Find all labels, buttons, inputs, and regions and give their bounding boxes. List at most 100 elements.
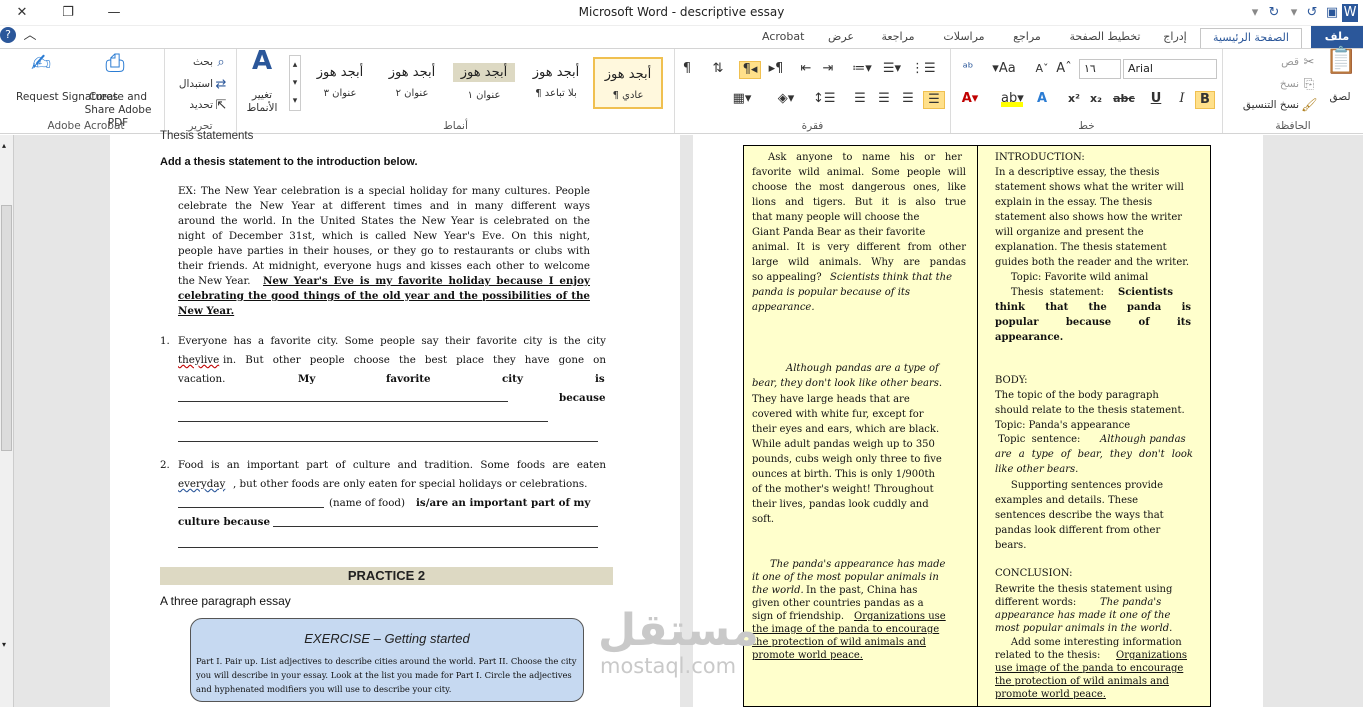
conclusion-sentence: it one of the most popular animals in (752, 572, 939, 583)
essay-line: given other countries pandas as a (752, 598, 924, 609)
strikethrough-icon[interactable]: abc (1111, 91, 1137, 107)
change-case-icon[interactable]: ▾Aa (991, 61, 1017, 77)
rtl-direction-icon[interactable]: ¶◂ (739, 61, 761, 79)
sort-icon[interactable]: ⇅ (709, 61, 727, 77)
tab-home[interactable]: الصفحة الرئيسية (1200, 28, 1302, 48)
tab-file[interactable]: ملف (1311, 26, 1363, 48)
font-name-select[interactable]: Arial (1123, 59, 1217, 79)
italic-icon[interactable]: I (1173, 91, 1191, 107)
underlined-text: the protection of wild animals and (995, 676, 1169, 687)
tab-review[interactable]: مراجعة (874, 28, 922, 48)
clipboard-group: 📋 لصق ✂ قص ⎘ نسخ 🖌 نسخ التنسيق الحافظة (1222, 48, 1363, 133)
numbering-icon[interactable]: ☰▾ (881, 61, 903, 77)
format-painter-button[interactable]: نسخ التنسيق (1225, 99, 1299, 112)
answer-line[interactable] (178, 441, 598, 442)
page-right[interactable]: Ask anyone to name his or her favorite w… (693, 135, 1263, 707)
guide-line: INTRODUCTION: (995, 152, 1085, 163)
decrease-indent-icon[interactable]: ⇤ (797, 61, 815, 77)
dropdown-icon[interactable]: ▾ (1245, 4, 1265, 22)
answer-line[interactable] (178, 547, 598, 548)
underline-icon[interactable]: U (1147, 91, 1165, 107)
style-normal[interactable]: أبجد هوز ¶ عادي (593, 57, 663, 109)
guide-line: The topic of the body paragraph (995, 390, 1159, 401)
subscript-icon[interactable]: x₂ (1087, 91, 1105, 107)
style-no-spacing[interactable]: أبجد هوز ¶ بلا تباعد (521, 57, 591, 109)
misspelled-word[interactable]: theylive (178, 353, 219, 368)
increase-indent-icon[interactable]: ⇥ (819, 61, 837, 77)
save-icon[interactable]: ▣ (1322, 4, 1342, 22)
style-h1[interactable]: أبجد هوز عنوان ١ (449, 57, 519, 109)
multilevel-list-icon[interactable]: ≔▾ (851, 61, 873, 77)
center-icon[interactable]: ☰ (899, 91, 917, 107)
tab-references[interactable]: مراجع (1005, 28, 1049, 48)
chevron-icon[interactable]: ▾ (1284, 4, 1304, 22)
font-color-icon[interactable]: A▾ (959, 91, 981, 107)
select-button[interactable]: تحديد (169, 99, 213, 112)
ltr-direction-icon[interactable]: ▸¶ (767, 61, 785, 77)
scroll-down-icon[interactable]: ▾ (2, 640, 6, 649)
help-icon[interactable]: ? (0, 27, 16, 43)
style-h2[interactable]: أبجد هوز عنوان ٢ (377, 57, 447, 109)
bold-icon[interactable]: B (1195, 91, 1215, 109)
clipboard-group-label: الحافظة (1275, 120, 1311, 132)
tab-acrobat[interactable]: Acrobat (762, 28, 804, 48)
answer-line[interactable] (178, 421, 548, 422)
collapse-ribbon-icon[interactable]: ︿ (20, 27, 40, 45)
essay-line: favorite wild animal. Some people will (752, 167, 966, 178)
answer-line[interactable] (178, 401, 508, 402)
superscript-icon[interactable]: x² (1065, 91, 1083, 107)
essay-line: that many people will choose the (752, 212, 920, 223)
request-signatures-button[interactable]: Request Signatures (16, 91, 118, 104)
paragraph-group-label: فقرة (801, 120, 824, 132)
tab-layout[interactable]: تخطيط الصفحة (1060, 28, 1150, 48)
style-normal-label: ¶ عادي (612, 90, 644, 101)
change-styles-button[interactable]: تغيير الأنماط (241, 89, 283, 115)
style-h2-label: عنوان ٢ (395, 88, 429, 99)
scroll-up-icon[interactable]: ▴ (2, 141, 6, 150)
grow-font-icon[interactable]: Aˆ (1055, 61, 1073, 77)
font-size-select[interactable]: ١٦ (1079, 59, 1121, 79)
essay-line: large wild animals. Why are pandas (752, 257, 966, 268)
styles-group-label: أنماط (443, 120, 468, 132)
style-h3[interactable]: أبجد هوز عنوان ٣ (305, 57, 375, 109)
window-title: Microsoft Word - descriptive essay (578, 5, 785, 19)
flagged-word[interactable]: everyday (178, 477, 225, 492)
line-spacing-icon[interactable]: ↕☰ (813, 91, 836, 107)
undo-icon[interactable]: ↺ (1302, 4, 1322, 22)
tab-view[interactable]: عرض (820, 28, 862, 48)
find-button[interactable]: بحث (169, 56, 213, 69)
vertical-scrollbar[interactable]: ▴ ▾ (0, 135, 14, 707)
justify-icon[interactable]: ☰ (851, 91, 869, 107)
guide-topic: are a type of bear, they don't look (995, 449, 1193, 460)
replace-button[interactable]: استبدال (167, 78, 213, 91)
align-right-icon[interactable]: ☰ (923, 91, 945, 109)
tab-insert[interactable]: إدراج (1155, 28, 1195, 48)
copy-button[interactable]: نسخ (1269, 78, 1299, 91)
spellcheck-icon[interactable]: ᵃᵇ (959, 61, 977, 77)
page-left[interactable]: Thesis statements Add a thesis statement… (110, 130, 680, 707)
answer-line[interactable] (178, 507, 324, 508)
tab-mailings[interactable]: مراسلات (935, 28, 993, 48)
section-heading-cut: Thesis statements (160, 130, 254, 142)
paste-button[interactable]: لصق (1323, 91, 1357, 104)
scroll-thumb[interactable] (1, 205, 12, 451)
highlight-icon[interactable]: ab▾ (1001, 91, 1024, 107)
shading-icon[interactable]: ◈▾ (775, 91, 797, 107)
bullets-icon[interactable]: ⋮☰ (911, 61, 936, 77)
conclusion-sentence: The panda's appearance has made (770, 559, 946, 570)
item-1-prompt: My (298, 373, 316, 385)
cut-button[interactable]: قص (1269, 56, 1299, 69)
topic-sentence: Although pandas are a type of (786, 363, 939, 374)
redo-icon[interactable]: ↻ (1264, 4, 1284, 22)
align-left-icon[interactable]: ☰ (875, 91, 893, 107)
answer-line[interactable] (273, 526, 598, 527)
item-1-because: because (559, 392, 606, 404)
shrink-font-icon[interactable]: Aˇ (1033, 61, 1051, 77)
example-line: people have parties in their houses, or … (178, 245, 590, 257)
ribbon: ✍ Request Signatures ⎙ Create and Share … (0, 48, 1363, 134)
pilcrow-icon[interactable]: ¶ (679, 61, 695, 77)
guide-line: In a descriptive essay, the thesis (995, 167, 1160, 178)
borders-icon[interactable]: ▦▾ (731, 91, 753, 107)
text-effects-icon[interactable]: A (1033, 91, 1051, 107)
styles-scroll-icon[interactable]: ▴ ▾ ▾ (289, 55, 301, 111)
